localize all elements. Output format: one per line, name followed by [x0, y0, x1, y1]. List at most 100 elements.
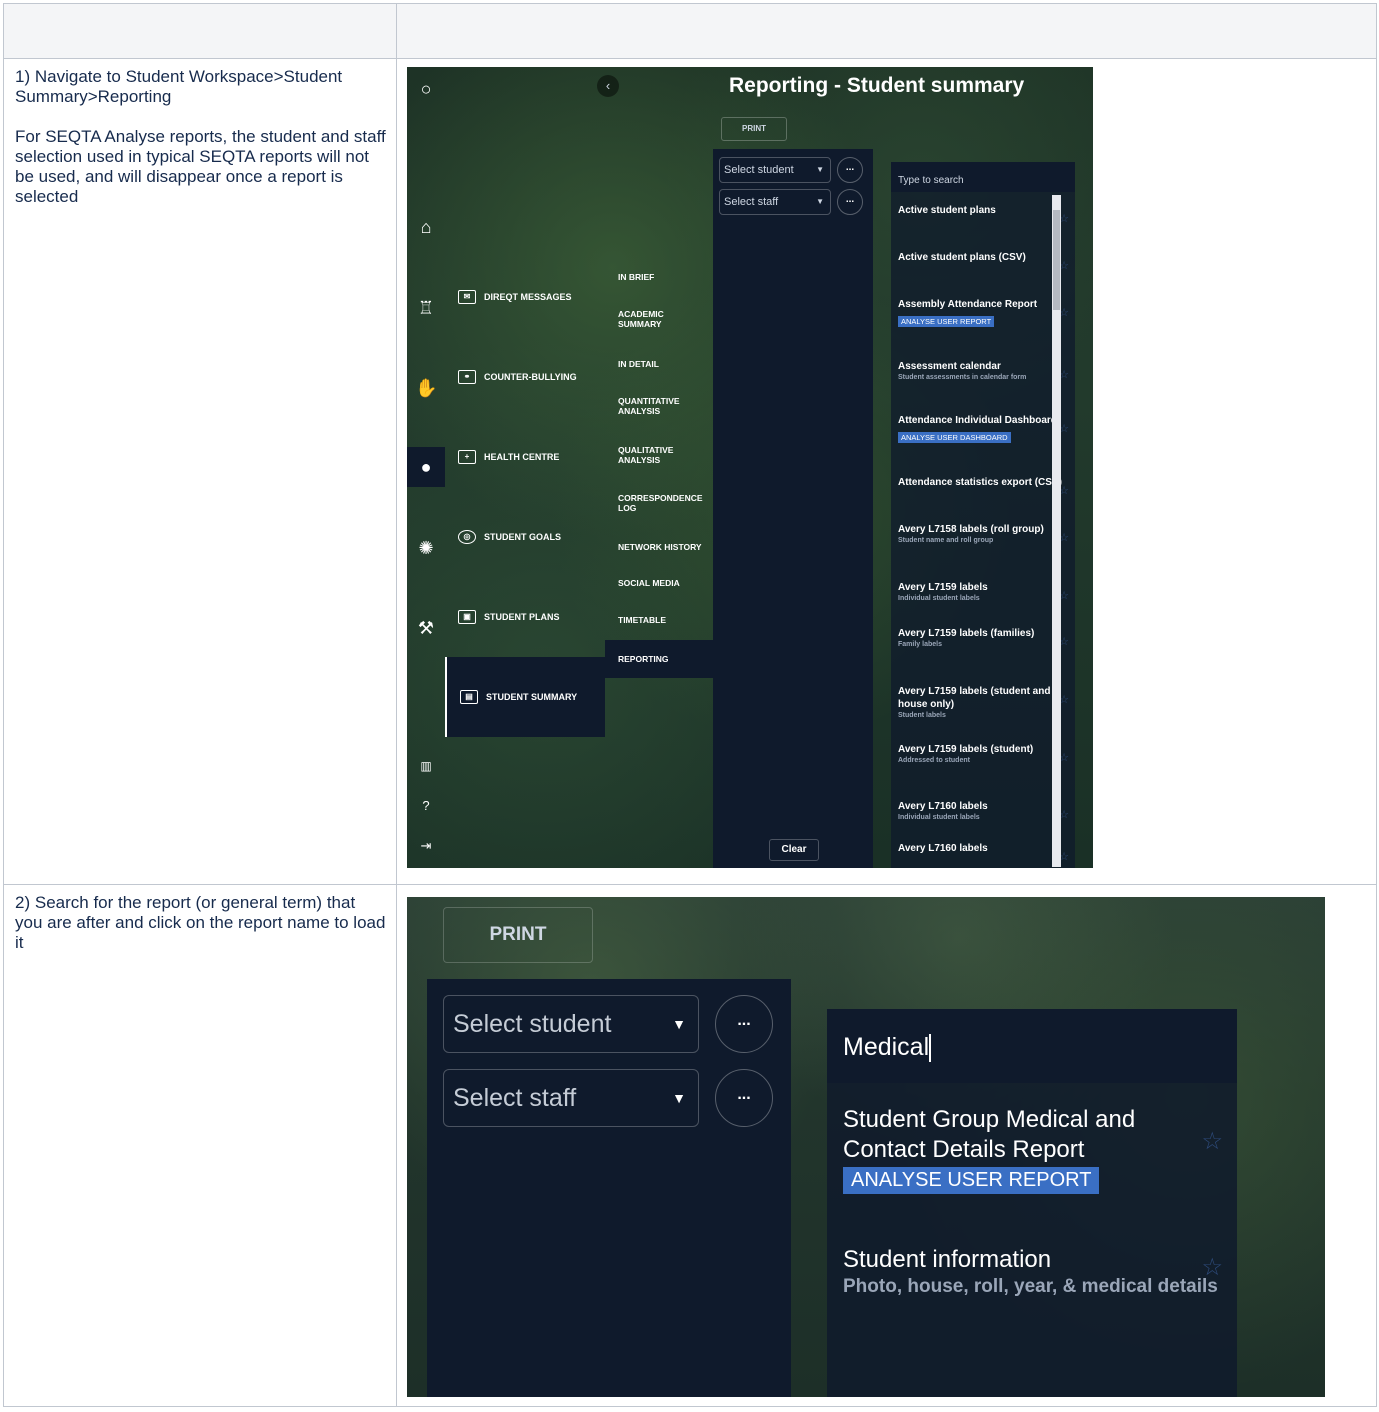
report-description: Student labels — [898, 712, 946, 719]
sub-quantitative-analysis[interactable]: QUANTITATIVE ANALYSIS — [605, 396, 695, 416]
report-list: Type to search Active student plans ☆ Acti… — [891, 162, 1075, 868]
staff-more-button[interactable]: ... — [837, 189, 863, 215]
step-1-screenshot-cell: ○ ⌂ ♖ ✋ ● ✺ ⚒ ▥ ? ⇥ ‹ ✉ DIREQT MESSAGES ⚭… — [396, 58, 1377, 885]
result-item[interactable]: Student Group Medical and Contact Detail… — [843, 1105, 1223, 1194]
logout-icon[interactable]: ⇥ — [415, 835, 437, 857]
report-item[interactable]: Active student plans (CSV) ☆ — [891, 251, 1069, 272]
caret-down-icon: ▼ — [672, 1016, 686, 1032]
sub-qualitative-analysis[interactable]: QUALITATIVE ANALYSIS — [605, 445, 695, 465]
help-icon[interactable]: ? — [415, 795, 437, 817]
page-title: Reporting - Student summary — [729, 74, 1025, 97]
sub-network-history[interactable]: NETWORK HISTORY — [605, 542, 713, 552]
target-icon: ◎ — [458, 530, 476, 544]
report-name[interactable]: Assessment calendar — [898, 360, 1063, 373]
sub-in-brief[interactable]: IN BRIEF — [605, 272, 713, 282]
report-item[interactable]: Attendance Individual Dashboard ANALYSE U… — [891, 414, 1069, 445]
sun-icon[interactable]: ✺ — [415, 537, 437, 559]
search-icon[interactable]: ○ — [415, 78, 437, 100]
header-cell — [396, 3, 1377, 59]
classroom-icon[interactable]: ♖ — [415, 297, 437, 319]
handshake-icon: ⚭ — [458, 370, 476, 384]
report-item[interactable]: Active student plans ☆ — [891, 204, 1069, 225]
caret-down-icon: ▼ — [816, 197, 824, 206]
report-item[interactable]: Avery L7158 labels (roll group) Student n… — [891, 523, 1069, 545]
select-student-dropdown[interactable]: Select student ▼ — [719, 157, 831, 183]
home-icon[interactable]: ⌂ — [415, 216, 437, 238]
result-description: Photo, house, roll, year, & medical deta… — [843, 1276, 1218, 1297]
report-search-input[interactable]: Medical — [827, 1009, 1237, 1083]
student-more-button[interactable]: ... — [715, 995, 773, 1053]
select-student-dropdown[interactable]: Select student ▼ — [443, 995, 699, 1053]
student-more-button[interactable]: ... — [837, 157, 863, 183]
star-icon[interactable]: ☆ — [1201, 1253, 1223, 1282]
header-cell — [3, 3, 397, 59]
nav-counter-bullying[interactable]: ⚭ COUNTER-BULLYING — [445, 337, 605, 417]
report-item[interactable]: Avery L7159 labels (student) Addressed to… — [891, 743, 1069, 765]
wrench-icon[interactable]: ⚒ — [415, 617, 437, 639]
id-card-icon: ▤ — [460, 690, 478, 704]
sub-correspondence-log[interactable]: CORRESPONDENCE LOG — [605, 493, 713, 513]
reporting-panel: Reporting - Student summary PRINT Select… — [713, 67, 1093, 868]
select-staff-dropdown[interactable]: Select staff ▼ — [719, 189, 831, 215]
report-name[interactable]: Avery L7159 labels (families) — [898, 627, 1063, 640]
report-name[interactable]: Attendance Individual Dashboard — [898, 414, 1063, 427]
star-icon[interactable]: ☆ — [1201, 1127, 1223, 1156]
report-item[interactable]: Avery L7159 labels Individual student lab… — [891, 581, 1069, 603]
result-item[interactable]: Student information Photo, house, roll, … — [843, 1245, 1223, 1299]
step-1-line-2: For SEQTA Analyse reports, the student a… — [15, 127, 386, 206]
report-name[interactable]: Active student plans — [898, 204, 1063, 217]
chart-icon[interactable]: ▥ — [415, 755, 437, 777]
nav-student-summary[interactable]: ▤ STUDENT SUMMARY — [445, 657, 605, 737]
staff-more-button[interactable]: ... — [715, 1069, 773, 1127]
report-description: Student assessments in calendar form — [898, 374, 1027, 381]
report-name[interactable]: Active student plans (CSV) — [898, 251, 1063, 264]
report-name[interactable]: Attendance statistics export (CSV) — [898, 476, 1063, 489]
sub-reporting[interactable]: REPORTING — [605, 640, 713, 678]
report-description: Individual student labels — [898, 814, 980, 821]
report-name[interactable]: Avery L7160 labels — [898, 842, 1063, 855]
report-description: Addressed to student — [898, 757, 970, 764]
report-name[interactable]: Avery L7159 labels (student) — [898, 743, 1063, 756]
analyse-badge: ANALYSE USER REPORT — [898, 316, 995, 327]
result-name[interactable]: Student Group Medical and Contact Detail… — [843, 1105, 1223, 1165]
report-item[interactable]: Attendance statistics export (CSV) ☆ — [891, 476, 1069, 497]
search-screenshot: PRINT Select student ▼ ... Select staff ▼ … — [407, 897, 1325, 1397]
person-icon[interactable]: ● — [407, 447, 445, 487]
report-item[interactable]: Avery L7159 labels (families) Family labe… — [891, 627, 1069, 649]
sub-academic-summary[interactable]: ACADEMIC SUMMARY — [605, 309, 695, 329]
result-name[interactable]: Student information — [843, 1245, 1223, 1275]
sub-timetable[interactable]: TIMETABLE — [605, 615, 713, 625]
report-description: Family labels — [898, 641, 942, 648]
report-name[interactable]: Avery L7159 labels (student and house on… — [898, 685, 1063, 711]
envelope-icon: ✉ — [458, 290, 476, 304]
caret-down-icon: ▼ — [816, 165, 824, 174]
collapse-icon[interactable]: ‹ — [597, 75, 619, 97]
select-staff-dropdown[interactable]: Select staff ▼ — [443, 1069, 699, 1127]
report-item[interactable]: Avery L7160 labels ☆ — [891, 842, 1069, 863]
report-name[interactable]: Assembly Attendance Report — [898, 298, 1063, 311]
sub-in-detail[interactable]: IN DETAIL — [605, 359, 713, 369]
selection-column: Select student ▼ ... Select staff ▼ ... Cl… — [713, 149, 873, 868]
report-item[interactable]: Assessment calendar Student assessments i… — [891, 360, 1069, 382]
print-button[interactable]: PRINT — [721, 117, 787, 141]
step-2-text: 2) Search for the report (or general ter… — [3, 884, 397, 1407]
report-item[interactable]: Avery L7160 labels Individual student lab… — [891, 800, 1069, 822]
nav-health-centre[interactable]: + HEALTH CENTRE — [445, 417, 605, 497]
nav-student-goals[interactable]: ◎ STUDENT GOALS — [445, 497, 605, 577]
nav-student-plans[interactable]: ▣ STUDENT PLANS — [445, 577, 605, 657]
report-name[interactable]: Avery L7158 labels (roll group) — [898, 523, 1063, 536]
hand-icon[interactable]: ✋ — [415, 377, 437, 399]
report-name[interactable]: Avery L7159 labels — [898, 581, 1063, 594]
report-name[interactable]: Avery L7160 labels — [898, 800, 1063, 813]
report-item[interactable]: Assembly Attendance Report ANALYSE USER R… — [891, 298, 1069, 329]
scrollbar[interactable] — [1052, 195, 1061, 867]
icon-rail: ○ ⌂ ♖ ✋ ● ✺ ⚒ ▥ ? ⇥ — [407, 67, 445, 868]
sub-social-media[interactable]: SOCIAL MEDIA — [605, 578, 713, 588]
clear-button[interactable]: Clear — [769, 839, 819, 861]
print-button[interactable]: PRINT — [443, 907, 593, 963]
report-description: Student name and roll group — [898, 537, 994, 544]
step-1-line-1: Navigate to Student Workspace>Student Su… — [15, 67, 343, 106]
nav-direqt-messages[interactable]: ✉ DIREQT MESSAGES — [445, 257, 605, 337]
report-item[interactable]: Avery L7159 labels (student and house on… — [891, 685, 1069, 720]
report-search-input[interactable]: Type to search — [891, 162, 1075, 192]
